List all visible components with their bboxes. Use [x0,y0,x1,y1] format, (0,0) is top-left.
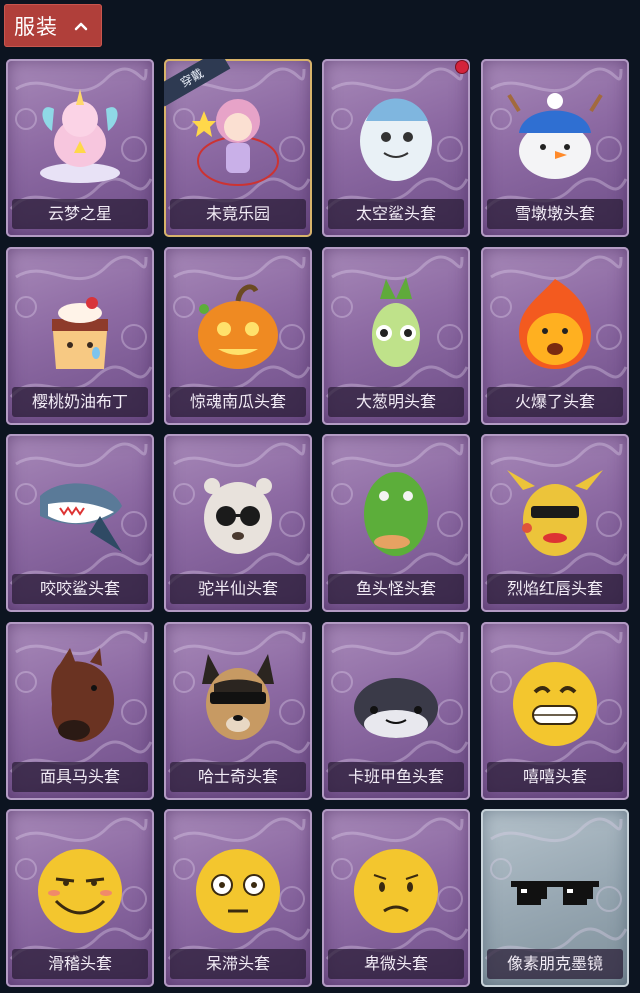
header-bar: 服装 [0,0,640,52]
costume-card[interactable]: 太空鲨头套 [322,59,470,237]
fireball-head-icon [519,279,591,369]
turtle-head-icon [354,678,438,738]
costume-label: 惊魂南瓜头套 [170,387,306,417]
costume-card[interactable]: 哈士奇头套 [164,622,312,800]
costume-label: 像素朋克墨镜 [487,949,623,979]
costume-label: 卡班甲鱼头套 [328,762,464,792]
alpaca-sunglasses-head-icon [204,478,272,554]
pikachu-lips-head-icon [507,470,603,556]
costume-card[interactable]: 滑稽头套 [6,809,154,987]
costume-card[interactable]: 鱼头怪头套 [322,434,470,612]
space-shark-head-icon [360,98,432,181]
grin-emoji-head-icon [513,662,597,746]
costume-card[interactable]: 卑微头套 [322,809,470,987]
snowman-reindeer-head-icon [507,93,603,179]
costume-card[interactable]: 烈焰红唇头套 [481,434,629,612]
costume-label: 未竟乐园 [170,199,306,229]
costume-card[interactable]: 咬咬鲨头套 [6,434,154,612]
costume-card[interactable]: 像素朋克墨镜 [481,809,629,987]
costume-card[interactable]: 面具马头套 [6,622,154,800]
fish-head-icon [364,472,428,556]
cherry-pudding-head-icon [52,297,108,369]
horse-mask-icon [51,648,115,742]
costume-label: 火爆了头套 [487,387,623,417]
costume-label: 雪墩墩头套 [487,199,623,229]
husky-sunglasses-head-icon [202,654,274,740]
pixel-sunglasses-icon [511,881,599,905]
costume-label: 太空鲨头套 [328,199,464,229]
smirk-emoji-head-icon [38,849,122,933]
shark-head-icon [40,483,122,552]
humble-emoji-head-icon [354,849,438,933]
costume-card[interactable]: 云梦之星 [6,59,154,237]
costume-card[interactable]: 呆滞头套 [164,809,312,987]
category-toggle-button[interactable]: 服装 [4,4,102,47]
costume-card[interactable]: 卡班甲鱼头套 [322,622,470,800]
costume-card[interactable]: 雪墩墩头套 [481,59,629,237]
costume-card[interactable]: 嘻嘻头套 [481,622,629,800]
costume-card[interactable]: 火爆了头套 [481,247,629,425]
category-label: 服装 [14,14,58,39]
costume-label: 樱桃奶油布丁 [12,387,148,417]
wonderland-girl-icon [192,99,279,186]
costume-card[interactable]: 大葱明头套 [322,247,470,425]
chevron-up-icon [74,22,88,30]
scallion-head-icon [372,277,420,367]
costume-card[interactable]: 驼半仙头套 [164,434,312,612]
stunned-emoji-head-icon [196,849,280,933]
new-item-dot [456,61,468,73]
costume-label: 鱼头怪头套 [328,574,464,604]
costume-label: 大葱明头套 [328,387,464,417]
pumpkin-head-icon [198,284,278,369]
costume-label: 呆滞头套 [170,949,306,979]
costume-card[interactable]: 惊魂南瓜头套 [164,247,312,425]
costume-label: 烈焰红唇头套 [487,574,623,604]
costume-label: 嘻嘻头套 [487,762,623,792]
costume-card[interactable]: 未竟乐园 穿戴 [164,59,312,237]
costume-label: 卑微头套 [328,949,464,979]
costume-label: 面具马头套 [12,762,148,792]
costume-label: 哈士奇头套 [170,762,306,792]
costume-label: 云梦之星 [12,199,148,229]
unicorn-costume-icon [40,89,120,183]
costume-label: 滑稽头套 [12,949,148,979]
costume-label: 咬咬鲨头套 [12,574,148,604]
costume-label: 驼半仙头套 [170,574,306,604]
costume-card[interactable]: 樱桃奶油布丁 [6,247,154,425]
